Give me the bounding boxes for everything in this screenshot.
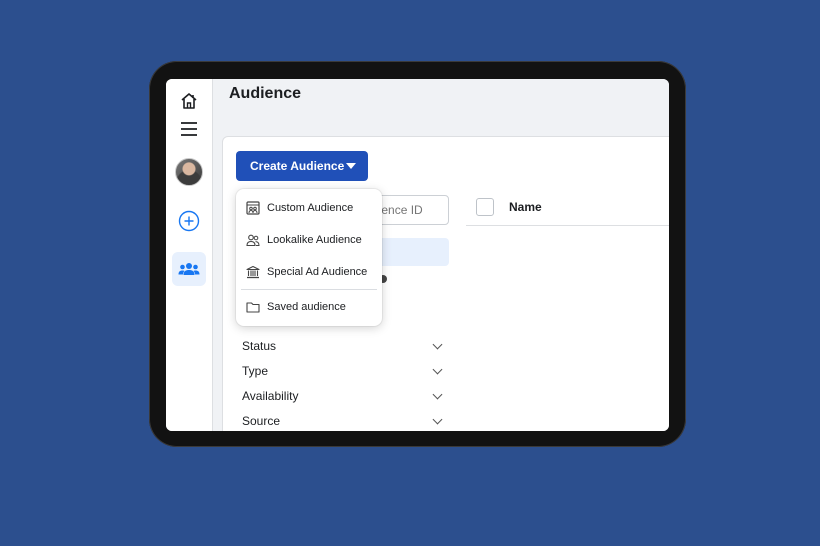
filter-source[interactable]: Source [242,411,445,431]
home-icon [181,93,197,109]
menu-icon [181,122,197,136]
menu-item-special-ad-audience[interactable]: Special Ad Audience [236,258,382,286]
page-header: Audience [214,79,669,136]
filter-status[interactable]: Status [242,336,445,356]
app-screen: Audience Create Audience Status Type Ava… [166,79,669,431]
sidebar [166,79,213,431]
filter-label: Availability [242,389,299,403]
menu-item-custom-audience[interactable]: Custom Audience [236,194,382,222]
chevron-down-icon [432,339,443,349]
menu-button[interactable] [172,112,206,146]
folder-icon [246,302,260,313]
filter-label: Source [242,414,281,428]
menu-item-label: Lookalike Audience [267,234,362,246]
column-header-name[interactable]: Name [509,200,542,214]
chevron-down-icon [432,389,443,399]
filter-availability[interactable]: Availability [242,386,445,406]
add-icon [178,210,200,232]
menu-item-label: Special Ad Audience [267,266,368,278]
filter-label: Type [242,364,269,378]
chevron-down-icon [432,414,443,424]
menu-item-label: Custom Audience [267,202,354,214]
chevron-down-icon [432,364,443,374]
add-button[interactable] [172,204,206,238]
custom-audience-icon [246,201,260,215]
audience-nav-button[interactable] [172,252,206,286]
menu-item-saved-audience[interactable]: Saved audience [236,293,382,321]
caret-down-icon [346,163,356,169]
filter-label: Status [242,339,277,353]
create-audience-label: Create Audience [250,159,345,173]
table-header: Name [466,195,669,226]
select-all-checkbox[interactable] [476,198,494,216]
avatar[interactable] [175,158,203,186]
tablet-frame: Audience Create Audience Status Type Ava… [149,61,686,447]
create-audience-button[interactable]: Create Audience [236,151,368,181]
filter-type[interactable]: Type [242,361,445,381]
lookalike-icon [246,234,260,247]
page-title: Audience [229,85,302,102]
menu-divider [241,289,377,290]
institution-icon [246,265,260,279]
audience-icon [178,263,200,275]
menu-item-lookalike-audience[interactable]: Lookalike Audience [236,226,382,254]
create-audience-dropdown: Custom Audience Lookalike Audience Speci… [236,189,382,326]
menu-item-label: Saved audience [267,301,346,313]
